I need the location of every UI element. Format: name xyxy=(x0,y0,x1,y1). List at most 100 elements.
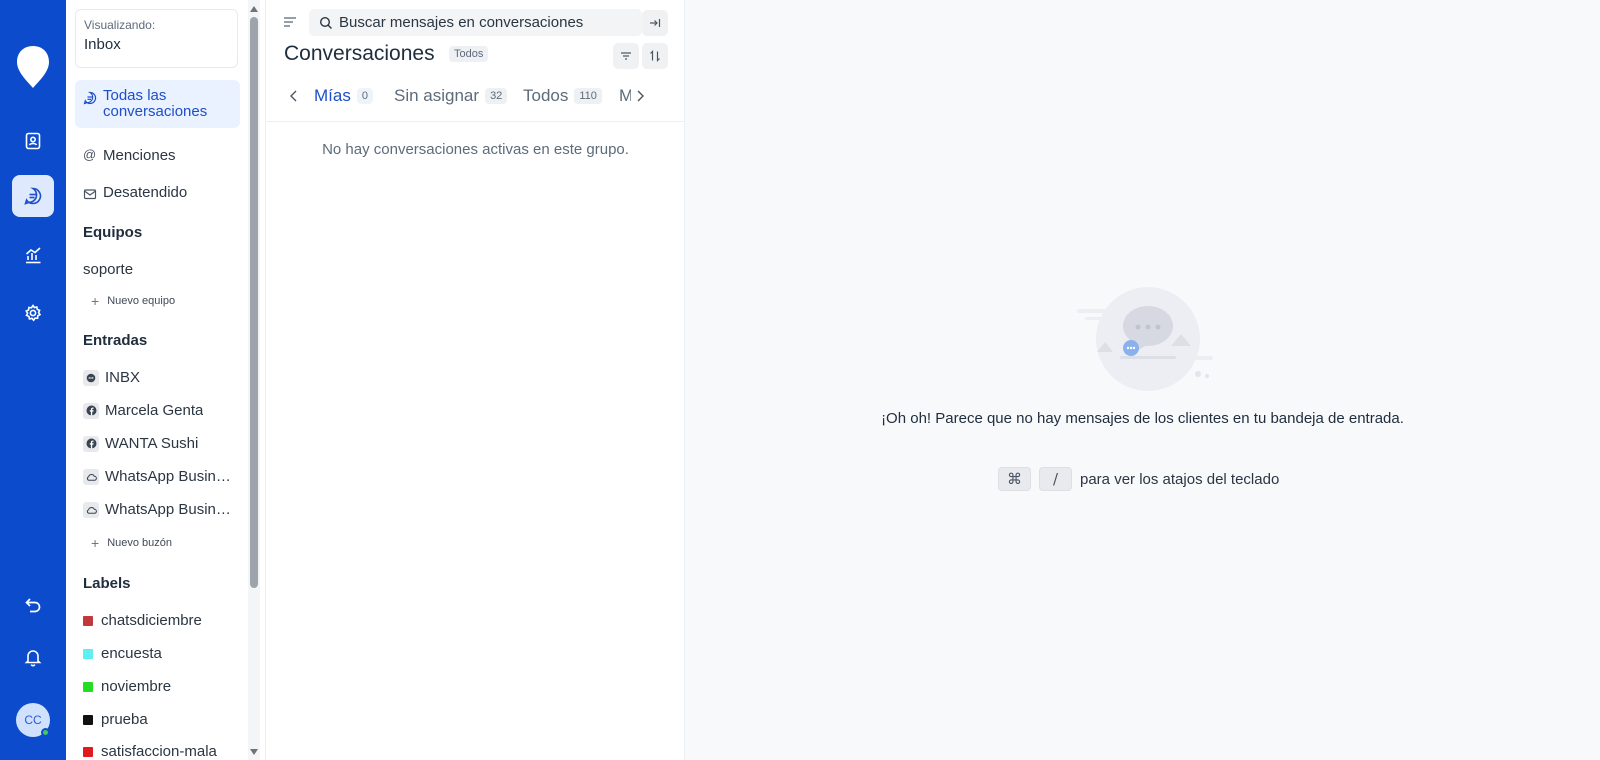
sidebar-item-label-tag[interactable]: satisfaccion-mala xyxy=(83,743,217,760)
label-name: encuesta xyxy=(101,645,162,662)
label-color-swatch xyxy=(83,746,93,757)
empty-inbox-message: ¡Oh oh! Parece que no hay mensajes de lo… xyxy=(881,410,1404,427)
sidebar-item-inbox[interactable]: Marcela Genta xyxy=(83,402,233,419)
tab-count-badge: 110 xyxy=(574,88,602,104)
tab-count-badge: 32 xyxy=(485,88,508,104)
reports-icon xyxy=(25,247,41,264)
cloud-icon xyxy=(83,501,99,518)
primary-rail: CC xyxy=(0,0,66,760)
search-bar xyxy=(309,9,642,36)
label-color-swatch xyxy=(83,648,93,659)
sidebar-scrollbar[interactable] xyxy=(248,0,260,760)
collapse-panel-button[interactable] xyxy=(642,10,668,36)
new-team-label: Nuevo equipo xyxy=(107,295,176,307)
filter-button[interactable] xyxy=(613,43,639,69)
search-icon xyxy=(319,16,332,29)
sidebar-item-label-tag[interactable]: encuesta xyxy=(83,645,162,662)
rail-settings-button[interactable] xyxy=(12,292,54,334)
contacts-icon xyxy=(25,132,41,150)
new-inbox-label: Nuevo buzón xyxy=(107,537,173,549)
sidebar-item-label: Desatendido xyxy=(103,184,188,201)
facebook-icon xyxy=(83,402,99,419)
rail-reports-button[interactable] xyxy=(12,234,54,276)
scroll-down-arrow-icon[interactable] xyxy=(250,749,258,755)
keyboard-shortcut-hint: ⌘ / para ver los atajos del teclado xyxy=(998,467,1279,491)
rail-conversations-button[interactable] xyxy=(12,175,54,217)
notifications-icon xyxy=(24,650,42,667)
inbox-view-switcher[interactable]: Visualizando: Inbox xyxy=(75,9,238,68)
empty-inbox-illustration-icon xyxy=(1077,287,1213,391)
scrollbar-thumb[interactable] xyxy=(250,17,258,588)
tab-all[interactable]: Todos 110 xyxy=(523,86,602,106)
tab-mine[interactable]: Mías 0 xyxy=(314,86,373,106)
label-color-swatch xyxy=(83,714,93,725)
collapse-arrow-icon xyxy=(650,19,661,27)
teams-section-title: Equipos xyxy=(83,224,143,241)
rail-undo-button[interactable] xyxy=(12,584,54,626)
brand-logo-icon[interactable] xyxy=(15,44,51,90)
label-name: prueba xyxy=(101,711,148,728)
slash-key: / xyxy=(1039,467,1072,491)
conversation-tabs: Mías 0 Sin asignar 32 Todos 110 M xyxy=(284,82,674,122)
secondary-sidebar: Visualizando: Inbox Todas las conversaci… xyxy=(66,0,266,760)
chevron-left-icon[interactable] xyxy=(288,88,300,104)
plus-icon: + xyxy=(91,535,100,551)
chat-icon xyxy=(83,369,99,386)
new-team-button[interactable]: + Nuevo equipo xyxy=(91,293,175,309)
sidebar-item-inbox[interactable]: WhatsApp Business xyxy=(83,468,233,485)
sidebar-item-inbox[interactable]: WhatsApp Business xyxy=(83,501,233,518)
menu-icon[interactable] xyxy=(283,16,297,28)
chevron-right-icon[interactable] xyxy=(634,88,646,104)
avatar-initials: CC xyxy=(24,713,42,727)
settings-icon xyxy=(25,304,42,322)
viewing-value: Inbox xyxy=(84,36,121,53)
tab-label: M xyxy=(619,86,631,105)
sidebar-item-label-tag[interactable]: noviembre xyxy=(83,678,171,695)
label-name: noviembre xyxy=(101,678,172,695)
conversation-list-panel: Conversaciones Todos Mías 0 Sin asignar … xyxy=(266,0,685,760)
inbox-label: Marcela Genta xyxy=(105,402,204,419)
user-avatar[interactable]: CC xyxy=(16,703,50,737)
tab-unassigned[interactable]: Sin asignar 32 xyxy=(394,86,508,106)
cloud-icon xyxy=(83,468,99,485)
sidebar-item-inbox[interactable]: WANTA Sushi xyxy=(83,435,233,452)
inbox-label: INBX xyxy=(105,369,141,386)
sidebar-item-unattended[interactable]: Desatendido xyxy=(75,176,240,209)
rail-notifications-button[interactable] xyxy=(12,636,54,678)
inbox-label: WANTA Sushi xyxy=(105,435,199,452)
sidebar-item-team[interactable]: soporte xyxy=(83,261,133,278)
chat-bubble-icon xyxy=(83,91,97,105)
sidebar-item-all-conversations[interactable]: Todas las conversaciones xyxy=(75,80,240,128)
tab-count-badge: 0 xyxy=(356,88,373,104)
tab-truncated[interactable]: M xyxy=(619,86,631,106)
sidebar-item-mentions[interactable]: @ Menciones xyxy=(75,139,240,172)
conversations-icon xyxy=(24,187,42,205)
status-filter-badge[interactable]: Todos xyxy=(449,46,489,62)
sidebar-item-label: Todas las conversaciones xyxy=(103,87,208,120)
inboxes-section-title: Entradas xyxy=(83,332,148,349)
label-color-swatch xyxy=(83,615,93,626)
sidebar-item-label-tag[interactable]: prueba xyxy=(83,711,148,728)
tab-label: Todos xyxy=(523,86,569,105)
sidebar-item-inbox[interactable]: INBX xyxy=(83,369,233,386)
label-name: chatsdiciembre xyxy=(101,612,202,629)
sort-icon xyxy=(650,50,660,62)
sort-button[interactable] xyxy=(642,43,668,69)
tab-label: Sin asignar xyxy=(394,86,480,105)
scroll-up-arrow-icon[interactable] xyxy=(250,6,258,12)
page-title: Conversaciones xyxy=(284,42,435,65)
sidebar-item-label: Menciones xyxy=(103,147,176,164)
labels-section-title: Labels xyxy=(83,575,131,592)
search-input[interactable] xyxy=(339,14,629,31)
sidebar-item-label-tag[interactable]: chatsdiciembre xyxy=(83,612,202,629)
label-name: satisfaccion-mala xyxy=(101,743,217,760)
rail-contacts-button[interactable] xyxy=(12,120,54,162)
empty-conversations-message: No hay conversaciones activas en este gr… xyxy=(322,141,629,158)
online-status-dot xyxy=(41,728,50,737)
viewing-label: Visualizando: xyxy=(84,18,156,32)
undo-icon xyxy=(25,598,41,613)
filter-icon xyxy=(621,52,631,60)
facebook-icon xyxy=(83,435,99,452)
new-inbox-button[interactable]: + Nuevo buzón xyxy=(91,535,172,551)
conversation-detail-area: ¡Oh oh! Parece que no hay mensajes de lo… xyxy=(685,0,1600,760)
